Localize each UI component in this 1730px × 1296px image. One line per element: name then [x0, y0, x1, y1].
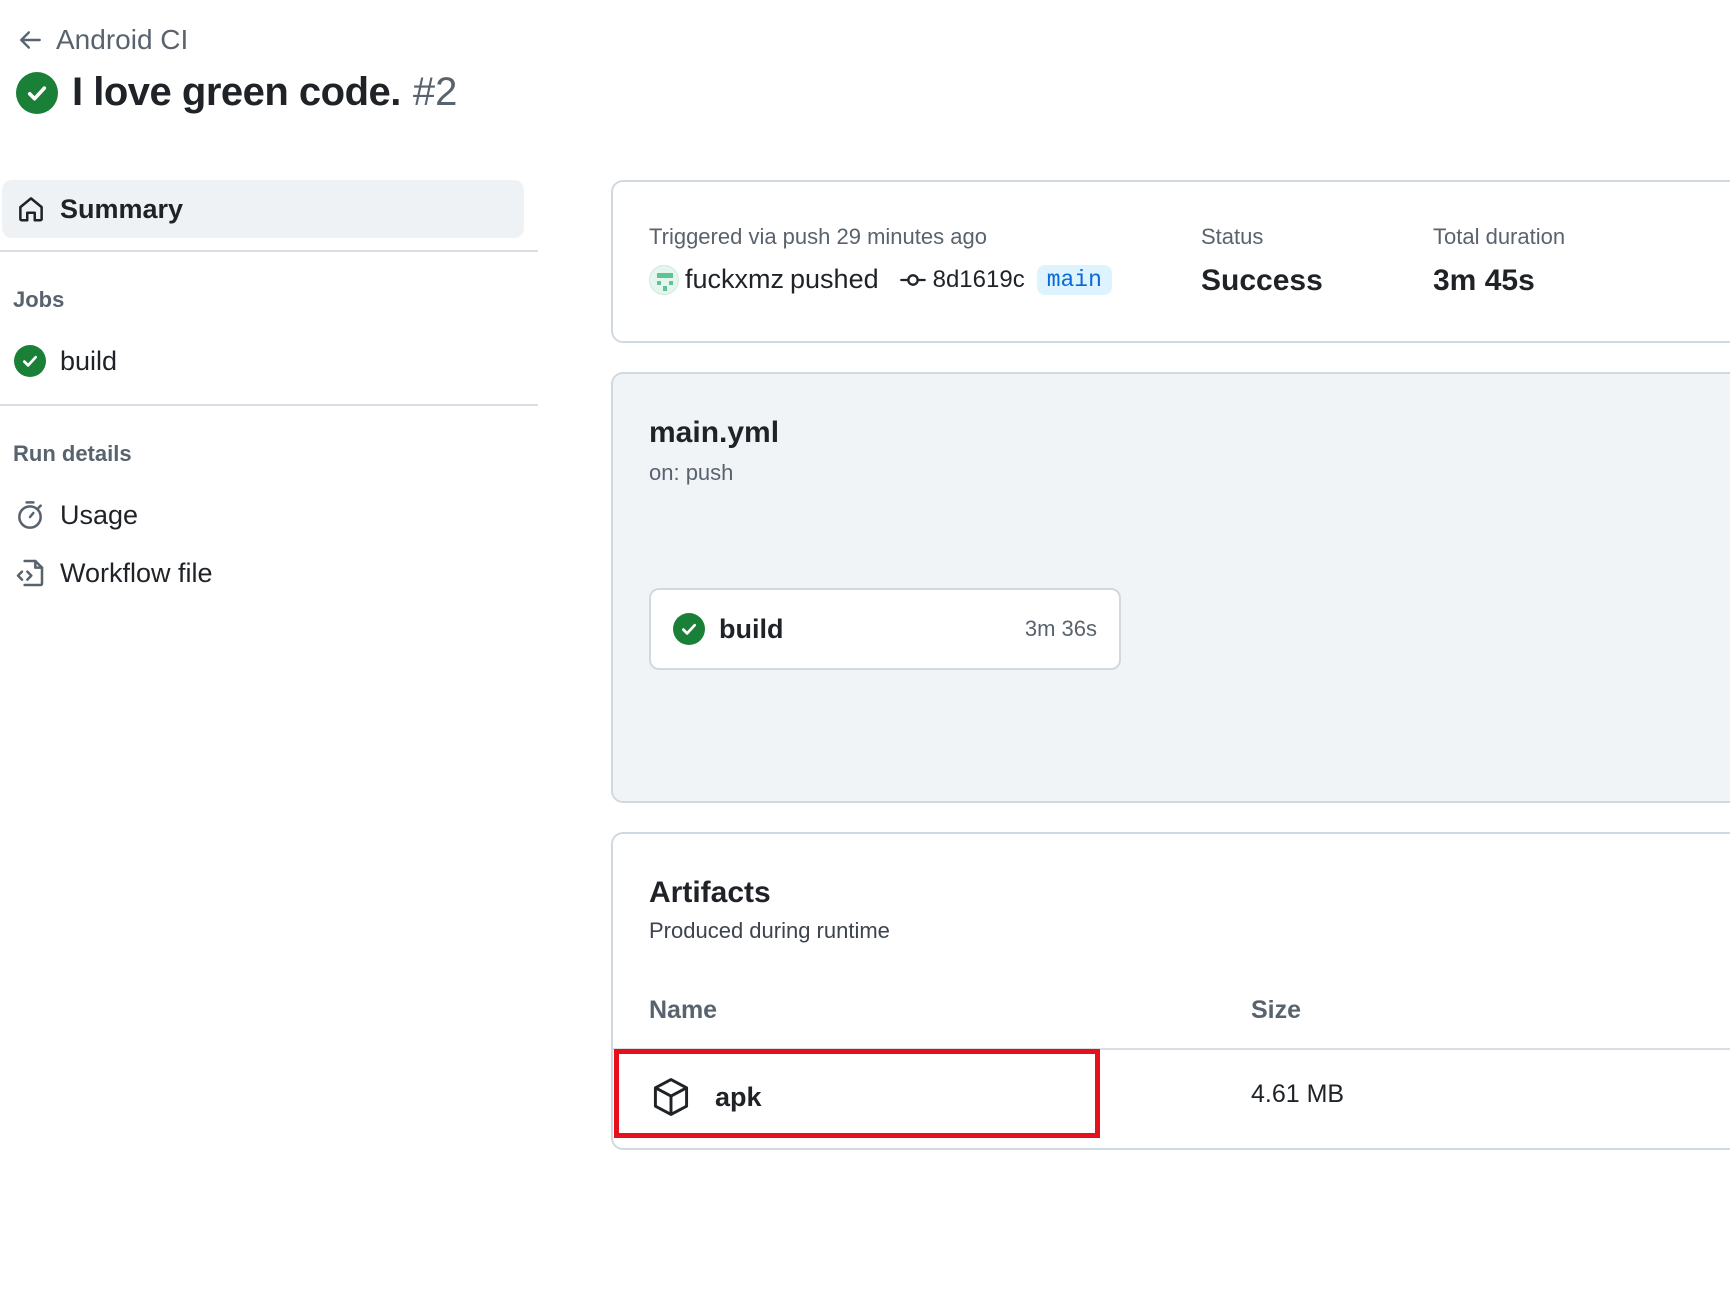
- sidebar-item-summary[interactable]: Summary: [2, 180, 524, 238]
- sidebar-divider: [0, 250, 538, 252]
- duration-label: Total duration: [1433, 224, 1566, 249]
- page-title: I love green code. #2: [16, 70, 457, 115]
- column-header-name: Name: [649, 996, 718, 1024]
- duration-value: 3m 45s: [1433, 264, 1535, 297]
- stopwatch-icon: [18, 501, 42, 529]
- branch-tag[interactable]: main: [1036, 264, 1112, 295]
- file-code-icon: [16, 559, 44, 587]
- run-number: #2: [412, 70, 458, 114]
- actor-name[interactable]: fuckxmz: [685, 264, 784, 295]
- success-check-icon: [16, 71, 58, 114]
- trigger-text: Triggered via push 29 minutes ago: [649, 224, 987, 249]
- table-row: apk 4.61 MB: [613, 1050, 1730, 1148]
- success-check-icon: [14, 345, 46, 377]
- arrow-left-icon: [20, 31, 41, 49]
- job-duration: 3m 36s: [1024, 616, 1097, 641]
- job-name: build: [719, 613, 784, 644]
- status-value: Success: [1201, 264, 1323, 297]
- artifacts-card: Artifacts Produced during runtime Name S…: [611, 832, 1730, 1150]
- git-commit-icon: [899, 273, 926, 286]
- back-link-label: Android CI: [56, 24, 189, 55]
- workflow-file-name: main.yml: [649, 416, 780, 449]
- workflow-trigger: on: push: [649, 460, 734, 485]
- artifacts-title: Artifacts: [649, 876, 771, 909]
- back-link[interactable]: Android CI: [18, 24, 188, 56]
- sidebar-item-build[interactable]: build: [14, 341, 117, 381]
- artifact-size: 4.61 MB: [1251, 1080, 1345, 1108]
- commit-sha-link[interactable]: 8d1619c: [933, 266, 1025, 294]
- artifact-link-apk[interactable]: apk: [649, 1072, 762, 1122]
- status-label: Status: [1201, 224, 1264, 249]
- sidebar-item-label: Usage: [60, 499, 139, 530]
- sidebar-item-usage[interactable]: Usage: [14, 495, 138, 535]
- sidebar-item-label: Workflow file: [60, 557, 213, 588]
- sidebar-item-label: build: [60, 345, 118, 376]
- artifact-name: apk: [715, 1081, 762, 1112]
- push-action: pushed: [790, 264, 879, 294]
- sidebar-divider: [0, 404, 538, 406]
- artifacts-subtitle: Produced during runtime: [649, 918, 890, 943]
- sidebar-item-label: Summary: [60, 193, 184, 224]
- run-title: I love green code.: [72, 70, 401, 114]
- workflow-graph-card: main.yml on: push build 3m 36s: [611, 372, 1730, 803]
- push-info: fuckxmz pushed 8d1619c main: [649, 264, 1112, 295]
- column-header-size: Size: [1251, 996, 1302, 1024]
- sidebar-item-workflow-file[interactable]: Workflow file: [14, 553, 213, 593]
- home-icon: [19, 197, 43, 222]
- job-node-build[interactable]: build 3m 36s: [649, 588, 1121, 670]
- package-icon: [653, 1078, 689, 1116]
- jobs-heading: Jobs: [13, 287, 65, 312]
- avatar[interactable]: [649, 264, 679, 295]
- run-summary-card: Triggered via push 29 minutes ago fuckxm…: [611, 180, 1730, 343]
- run-details-heading: Run details: [13, 441, 132, 466]
- success-check-icon: [673, 613, 705, 645]
